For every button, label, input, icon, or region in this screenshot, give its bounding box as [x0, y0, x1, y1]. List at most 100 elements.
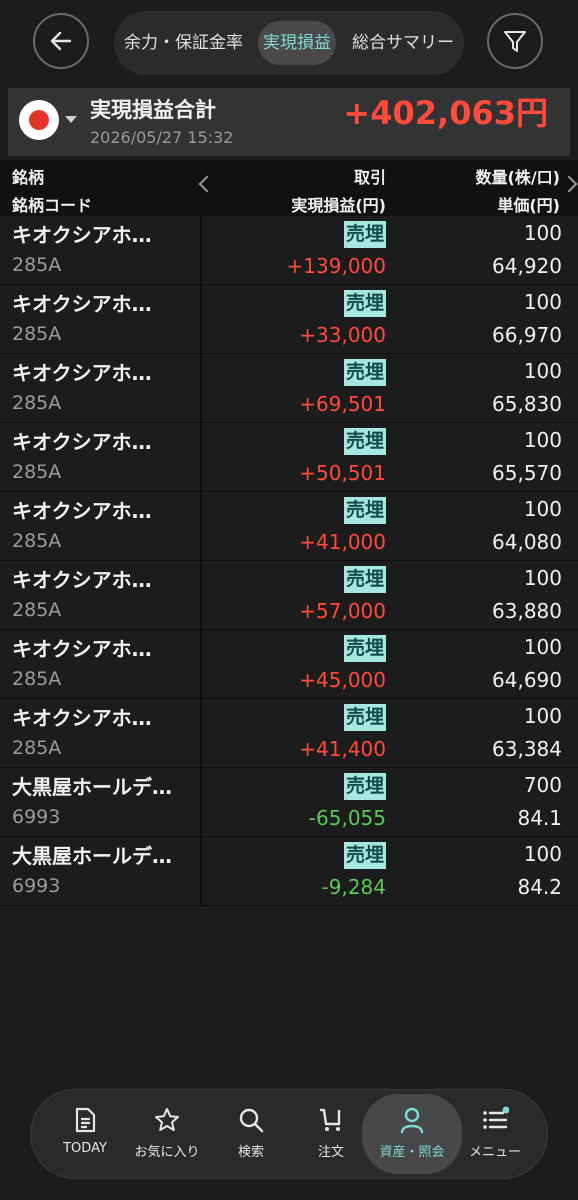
nav-search[interactable]: 検索 [211, 1090, 291, 1178]
realized-pl: +50,501 [299, 461, 386, 485]
summary-total: +402,063円 [343, 94, 548, 132]
realized-pl: +41,000 [299, 530, 386, 554]
table-row[interactable]: キオクシアホ… 285A 売埋 +69,501 100 65,830 [0, 354, 578, 423]
summary-title: 実現損益合計 [90, 98, 216, 122]
table-row[interactable]: キオクシアホ… 285A 売埋 +45,000 100 64,690 [0, 630, 578, 699]
trade-type-badge: 売埋 [343, 704, 386, 731]
realized-pl: +33,000 [299, 323, 386, 347]
tab-margin[interactable]: 余力・保証金率 [124, 21, 243, 65]
col-price-header: 単価(円) [497, 196, 560, 215]
top-bar: 余力・保証金率 実現損益 総合サマリー [0, 0, 578, 88]
unit-price: 64,690 [492, 668, 562, 692]
nav-menu-label: メニュー [468, 1145, 521, 1160]
unit-price: 65,570 [492, 461, 562, 485]
col-code-header: 銘柄コード [12, 196, 93, 215]
realized-pl: +139,000 [286, 254, 386, 278]
unit-price: 63,384 [492, 737, 562, 761]
trade-type-badge: 売埋 [343, 635, 386, 662]
market-selector[interactable] [19, 100, 59, 140]
stock-name: キオクシアホ… [12, 430, 152, 454]
bottom-nav: TODAY お気に入り 検索 注文 資産・照会 メニュー [30, 1089, 548, 1179]
trade-type-badge: 売埋 [343, 290, 386, 317]
unit-price: 64,920 [492, 254, 562, 278]
trade-type-badge: 売埋 [343, 566, 386, 593]
col-name-header: 銘柄 [12, 168, 45, 187]
trade-type-badge: 売埋 [343, 359, 386, 386]
caret-down-icon[interactable] [65, 116, 77, 123]
stock-code: 285A [12, 254, 62, 276]
quantity: 100 [523, 635, 562, 659]
stock-code: 285A [12, 392, 62, 414]
table-row[interactable]: キオクシアホ… 285A 売埋 +41,000 100 64,080 [0, 492, 578, 561]
stock-code: 285A [12, 737, 62, 759]
realized-pl: -9,284 [321, 875, 386, 899]
stock-name: キオクシアホ… [12, 706, 152, 730]
col-trade-header: 取引 [353, 168, 386, 187]
quantity: 100 [523, 704, 562, 728]
unit-price: 65,830 [492, 392, 562, 416]
unit-price: 84.1 [517, 806, 562, 830]
table-row[interactable]: キオクシアホ… 285A 売埋 +41,400 100 63,384 [0, 699, 578, 768]
person-icon [400, 1107, 424, 1134]
nav-favorites-label: お気に入り [134, 1145, 200, 1160]
stock-code: 6993 [12, 806, 61, 828]
table-row[interactable]: 大黒屋ホールデ… 6993 売埋 -65,055 700 84.1 [0, 768, 578, 837]
quantity: 100 [523, 842, 562, 866]
unit-price: 64,080 [492, 530, 562, 554]
realized-pl: +45,000 [299, 668, 386, 692]
table-row[interactable]: キオクシアホ… 285A 売埋 +139,000 100 64,920 [0, 216, 578, 285]
stock-code: 285A [12, 530, 62, 552]
filter-icon [504, 31, 526, 52]
table-row[interactable]: 大黒屋ホールデ… 6993 売埋 -9,284 100 84.2 [0, 837, 578, 906]
table-row[interactable]: キオクシアホ… 285A 売埋 +50,501 100 65,570 [0, 423, 578, 492]
nav-menu[interactable]: メニュー [455, 1090, 535, 1178]
col-pl-header: 実現損益(円) [291, 196, 386, 215]
stock-name: 大黒屋ホールデ… [12, 775, 172, 799]
quantity: 100 [523, 566, 562, 590]
realized-pl: -65,055 [308, 806, 386, 830]
document-icon [75, 1107, 96, 1133]
trade-type-badge: 売埋 [343, 428, 386, 455]
nav-assets-label: 資産・照会 [379, 1145, 445, 1160]
trade-list: キオクシアホ… 285A 売埋 +139,000 100 64,920 キオクシアホ… 285… [0, 216, 578, 906]
stock-name: 大黒屋ホールデ… [12, 844, 172, 868]
scroll-left-icon[interactable] [198, 175, 216, 193]
stock-code: 285A [12, 599, 62, 621]
realized-pl-summary: 実現損益合計 2026/05/27 15:32 +402,063円 [8, 88, 570, 156]
nav-favorites[interactable]: お気に入り [127, 1090, 207, 1178]
arrow-left-icon [50, 31, 72, 51]
tab-realized-pl[interactable]: 実現損益 [258, 21, 336, 65]
stock-name: キオクシアホ… [12, 499, 152, 523]
nav-today[interactable]: TODAY [45, 1090, 125, 1178]
search-icon [239, 1108, 264, 1133]
back-button[interactable] [33, 13, 89, 69]
scroll-right-icon[interactable] [560, 175, 578, 193]
filter-button[interactable] [487, 13, 543, 69]
nav-today-label: TODAY [63, 1141, 107, 1156]
stock-code: 285A [12, 461, 62, 483]
nav-search-label: 検索 [237, 1145, 264, 1160]
unit-price: 63,880 [492, 599, 562, 623]
summary-datetime: 2026/05/27 15:32 [90, 128, 234, 147]
tab-summary[interactable]: 総合サマリー [352, 21, 454, 65]
stock-name: キオクシアホ… [12, 223, 152, 247]
stock-name: キオクシアホ… [12, 292, 152, 316]
stock-name: キオクシアホ… [12, 637, 152, 661]
cart-icon [319, 1108, 341, 1131]
table-row[interactable]: キオクシアホ… 285A 売埋 +57,000 100 63,880 [0, 561, 578, 630]
nav-order[interactable]: 注文 [291, 1090, 371, 1178]
stock-code: 6993 [12, 875, 61, 897]
nav-order-label: 注文 [317, 1145, 344, 1160]
nav-assets[interactable]: 資産・照会 [362, 1094, 462, 1174]
stock-code: 285A [12, 668, 62, 690]
column-header: 銘柄 銘柄コード 取引 実現損益(円) 数量(株/口) 単価(円) [0, 160, 578, 216]
realized-pl: +41,400 [299, 737, 386, 761]
trade-type-badge: 売埋 [343, 773, 386, 800]
menu-icon [483, 1106, 509, 1129]
quantity: 100 [523, 497, 562, 521]
quantity: 100 [523, 428, 562, 452]
realized-pl: +57,000 [299, 599, 386, 623]
stock-name: キオクシアホ… [12, 361, 152, 385]
table-row[interactable]: キオクシアホ… 285A 売埋 +33,000 100 66,970 [0, 285, 578, 354]
quantity: 700 [523, 773, 562, 797]
